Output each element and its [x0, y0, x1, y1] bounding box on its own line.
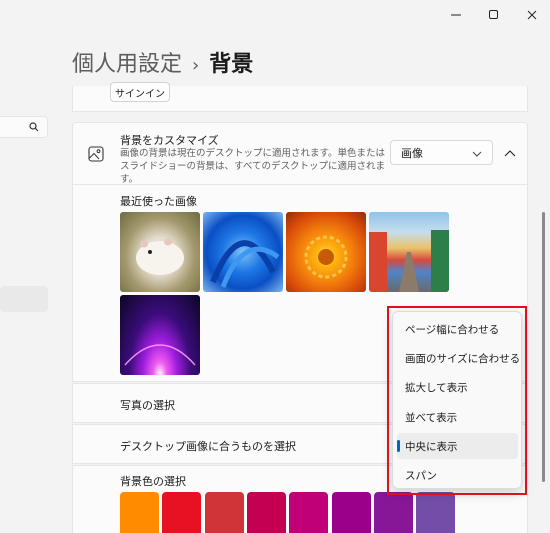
color-swatch[interactable]: [246, 492, 286, 533]
breadcrumb-parent[interactable]: 個人用設定: [72, 52, 182, 77]
color-swatch[interactable]: [289, 492, 329, 533]
image-icon: [88, 146, 104, 162]
maximize-button[interactable]: [474, 2, 514, 28]
page-title: 背景: [209, 52, 254, 77]
maximize-icon: [489, 10, 498, 19]
breadcrumb: 個人用設定 › 背景: [72, 46, 253, 78]
chevron-up-icon[interactable]: [504, 149, 516, 157]
background-type-select[interactable]: 画像: [390, 140, 493, 165]
recent-images-label: 最近使った画像: [120, 195, 197, 208]
bloom-picture: [210, 240, 280, 288]
scrollbar[interactable]: [542, 212, 545, 482]
minimize-button[interactable]: [436, 2, 476, 28]
color-swatch[interactable]: [416, 492, 456, 533]
color-swatch[interactable]: [331, 492, 371, 533]
breadcrumb-separator: ›: [192, 55, 200, 76]
close-icon: [527, 10, 537, 20]
close-button[interactable]: [512, 2, 550, 28]
recent-image-street[interactable]: [369, 212, 449, 292]
background-title: 背景をカスタマイズ: [120, 134, 219, 147]
color-swatch[interactable]: [162, 492, 202, 533]
color-swatch[interactable]: [120, 492, 159, 533]
flower-picture: [304, 235, 348, 279]
search-input[interactable]: [0, 116, 48, 138]
hamster-picture: [136, 238, 184, 275]
recent-image-flower[interactable]: [286, 212, 366, 292]
search-icon: [29, 122, 39, 132]
background-type-value: 画像: [401, 146, 423, 160]
sidebar-item-personalization[interactable]: [0, 286, 48, 312]
minimize-icon: [451, 14, 461, 16]
recent-image-hamster[interactable]: [120, 212, 200, 292]
chevron-down-icon: [472, 151, 482, 157]
street-picture: [369, 230, 449, 292]
recent-image-blue-bloom[interactable]: [203, 212, 283, 292]
photo-select-label: 写真の選択: [120, 399, 175, 412]
signin-button[interactable]: サインイン: [110, 82, 170, 102]
fit-select-label: デスクトップ画像に合うものを選択: [120, 440, 296, 453]
recent-image-purple-glow[interactable]: [120, 295, 200, 375]
background-description: 画像の背景は現在のデスクトップに適用されます。単色またはスライドショーの背景は、…: [120, 148, 386, 185]
color-swatch[interactable]: [204, 492, 244, 533]
color-swatch[interactable]: [373, 492, 413, 533]
highlight-annotation: [387, 306, 527, 495]
glow-picture: [124, 344, 196, 366]
color-select-label: 背景色の選択: [120, 475, 186, 488]
